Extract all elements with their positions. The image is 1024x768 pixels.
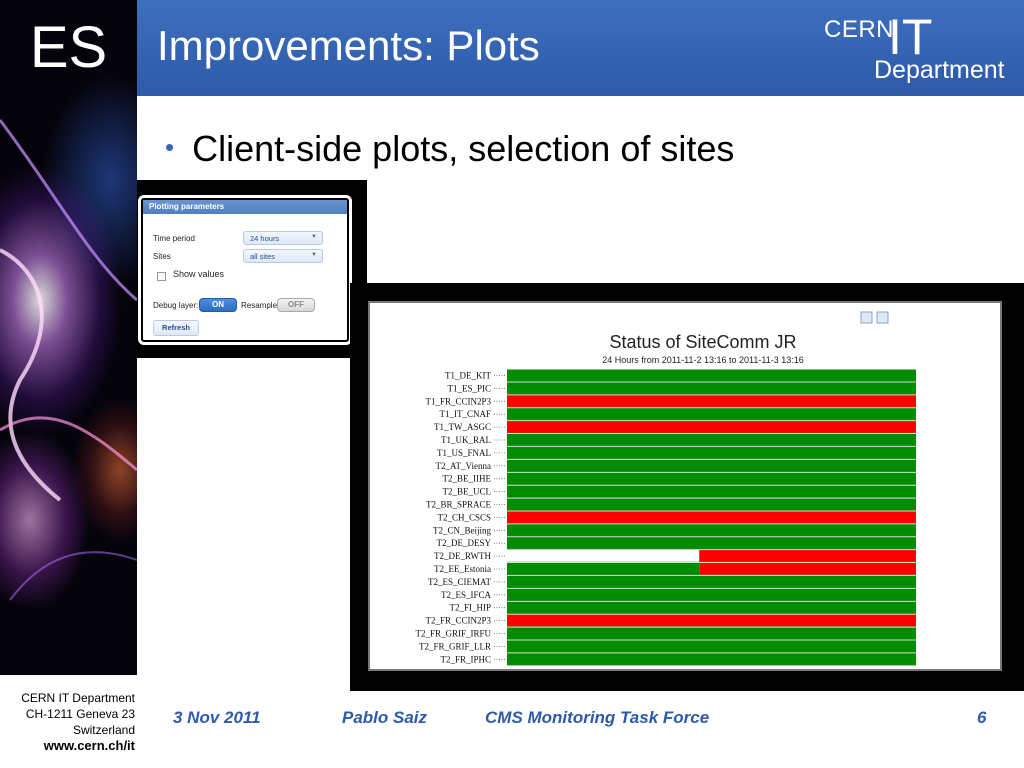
status-chart: Status of SiteComm JR 24 Hours from 2011-… bbox=[415, 311, 916, 666]
status-cell bbox=[507, 653, 916, 666]
plasma-filaments bbox=[0, 119, 137, 601]
website-link[interactable]: www.cern.ch/it bbox=[0, 738, 135, 754]
status-cell bbox=[507, 382, 916, 395]
status-cell bbox=[507, 421, 916, 433]
site-label: T2_DE_RWTH bbox=[434, 551, 491, 561]
site-label: T2_FR_IPHC bbox=[440, 654, 491, 664]
status-cell bbox=[507, 537, 916, 550]
footer-event: CMS Monitoring Task Force bbox=[485, 708, 710, 727]
site-label: T2_ES_IFCA bbox=[441, 590, 492, 600]
status-cell bbox=[507, 369, 916, 382]
footer-page-number: 6 bbox=[977, 708, 987, 727]
status-cell bbox=[507, 627, 916, 640]
panel-title: Plotting parameters bbox=[143, 200, 347, 214]
time-period-select[interactable]: 24 hours ▼ bbox=[243, 231, 323, 245]
status-cell bbox=[507, 601, 916, 614]
site-label: T2_BE_UCL bbox=[443, 487, 492, 497]
status-cell bbox=[507, 614, 916, 627]
status-cell bbox=[507, 446, 916, 459]
plotting-parameters-screenshot: Plotting parameters Time period 24 hours… bbox=[137, 180, 367, 358]
site-label: T2_CN_Beijing bbox=[433, 525, 491, 535]
bullet-dot-icon: • bbox=[165, 132, 175, 162]
address-line: CH-1211 Geneva 23 bbox=[25, 707, 135, 721]
site-label: T1_ES_PIC bbox=[447, 383, 491, 393]
site-label: T1_FR_CCIN2P3 bbox=[425, 396, 491, 406]
status-chart-panel: Status of SiteComm JR 24 Hours from 2011-… bbox=[368, 301, 1002, 671]
footer-date: 3 Nov 2011 bbox=[173, 708, 261, 727]
image-export-icon[interactable] bbox=[860, 311, 873, 324]
show-values-label: Show values bbox=[173, 269, 225, 279]
chart-subtitle: 24 Hours from 2011-11-2 13:16 to 2011-11… bbox=[602, 355, 803, 365]
status-cell bbox=[507, 588, 916, 601]
footer-address: CERN IT Department CH-1211 Geneva 23 Swi… bbox=[0, 690, 137, 754]
site-label: T2_FR_GRIF_IRFU bbox=[415, 629, 491, 639]
sites-select[interactable]: all sites ▼ bbox=[243, 249, 323, 263]
status-chart-screenshot: Status of SiteComm JR 24 Hours from 2011-… bbox=[350, 283, 1024, 691]
site-label: T2_FI_HIP bbox=[449, 603, 491, 613]
show-values-checkbox[interactable] bbox=[157, 272, 166, 281]
status-cell bbox=[507, 485, 916, 498]
status-cell bbox=[507, 511, 916, 524]
status-cell bbox=[507, 472, 916, 485]
site-label: T1_UK_RAL bbox=[441, 435, 491, 445]
status-cell bbox=[699, 563, 916, 575]
bullet-text: Client-side plots, selection of sites bbox=[192, 128, 735, 169]
time-period-value: 24 hours bbox=[250, 234, 280, 243]
cern-it-logo: CERN IT Department bbox=[816, 9, 1016, 86]
status-cell bbox=[507, 498, 916, 511]
site-label: T2_CH_CSCS bbox=[437, 512, 491, 522]
plotting-parameters-panel: Plotting parameters Time period 24 hours… bbox=[138, 195, 352, 345]
debug-layer-toggle[interactable]: ON bbox=[199, 298, 237, 312]
save-icon[interactable] bbox=[876, 311, 889, 324]
sidebar-plasma-image: ES bbox=[0, 0, 137, 675]
status-cell bbox=[699, 550, 916, 562]
status-cell bbox=[507, 575, 916, 588]
status-cell bbox=[507, 408, 916, 421]
chart-title: Status of SiteComm JR bbox=[609, 332, 796, 352]
site-label: T2_DE_DESY bbox=[437, 538, 492, 548]
es-logo: ES bbox=[29, 15, 108, 80]
cern-logo-text: CERN bbox=[824, 16, 895, 43]
status-cell bbox=[507, 640, 916, 653]
site-label: T2_AT_Vienna bbox=[436, 461, 491, 471]
site-label: T1_US_FNAL bbox=[437, 448, 491, 458]
header-bar: Improvements: Plots CERN IT Department bbox=[137, 0, 1024, 96]
refresh-button[interactable]: Refresh bbox=[153, 320, 199, 336]
status-cell bbox=[507, 459, 916, 472]
status-cell bbox=[507, 563, 700, 575]
address-line: CERN IT Department bbox=[21, 691, 135, 705]
site-label: T2_ES_CIEMAT bbox=[428, 577, 492, 587]
debug-layer-label: Debug layer: bbox=[153, 301, 199, 310]
chevron-down-icon: ▼ bbox=[311, 252, 317, 258]
department-logo-text: Department bbox=[874, 56, 1005, 84]
resample-toggle[interactable]: OFF bbox=[277, 298, 315, 312]
status-cell bbox=[507, 395, 916, 408]
slide-title: Improvements: Plots bbox=[157, 22, 540, 69]
address-line: Switzerland bbox=[72, 723, 135, 737]
status-cell bbox=[507, 434, 916, 446]
site-label: T2_FR_CCIN2P3 bbox=[425, 616, 491, 626]
site-label: T1_TW_ASGC bbox=[434, 422, 491, 432]
time-period-label: Time period bbox=[153, 234, 195, 243]
site-label: T1_IT_CNAF bbox=[440, 409, 492, 419]
chevron-down-icon: ▼ bbox=[311, 234, 317, 240]
site-label: T1_DE_KIT bbox=[445, 371, 491, 381]
status-cell bbox=[507, 524, 916, 537]
sites-value: all sites bbox=[250, 252, 276, 261]
site-label: T2_FR_GRIF_LLR bbox=[419, 641, 491, 651]
status-cell bbox=[507, 550, 700, 562]
footer-author: Pablo Saiz bbox=[342, 708, 428, 727]
site-label: T2_EE_Estonia bbox=[434, 564, 491, 574]
bullet-point: • Client-side plots, selection of sites bbox=[165, 128, 734, 170]
resample-label: Resample: bbox=[241, 301, 280, 310]
site-label: T2_BE_IIHE bbox=[443, 474, 492, 484]
sites-label: Sites bbox=[153, 252, 171, 261]
site-label: T2_BR_SPRACE bbox=[426, 500, 492, 510]
